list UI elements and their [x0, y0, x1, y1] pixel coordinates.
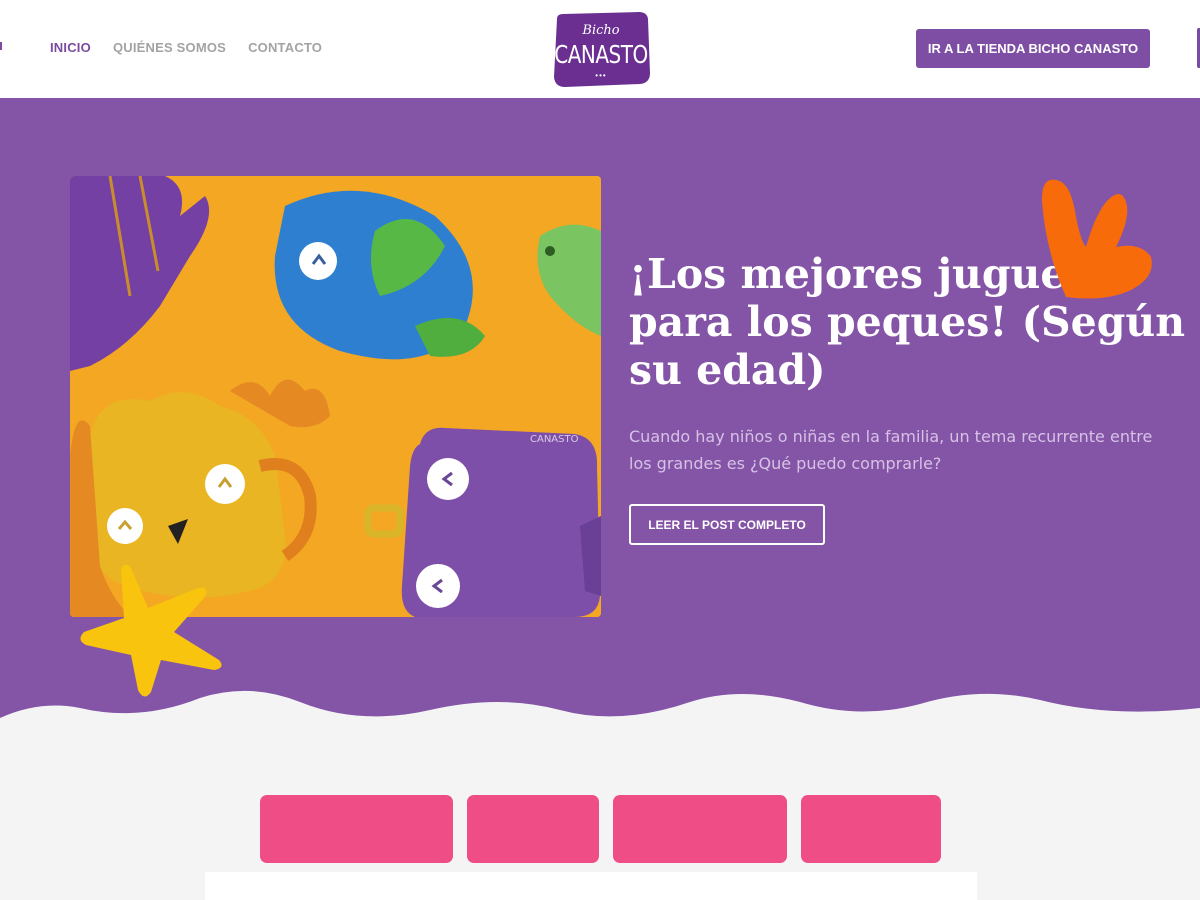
logo-dots: ••• — [595, 71, 607, 80]
logo-text-main: CANASTO — [554, 39, 648, 69]
edge-mark — [0, 42, 2, 50]
yellow-star-decoration — [80, 564, 222, 697]
toys-illustration — [70, 176, 601, 617]
hero-toys-image[interactable]: CANASTO — [70, 176, 601, 617]
category-button-3[interactable] — [613, 795, 787, 863]
nav-item-quienes-somos[interactable]: QUIÉNES SOMOS — [113, 40, 226, 55]
read-post-button[interactable]: LEER EL POST COMPLETO — [629, 504, 825, 545]
toy-tag-label: CANASTO — [530, 434, 579, 445]
site-header: INICIO QUIÉNES SOMOS CONTACTO Bicho CANA… — [0, 0, 1200, 98]
nav-item-contacto[interactable]: CONTACTO — [248, 40, 322, 55]
main-nav: INICIO QUIÉNES SOMOS CONTACTO — [50, 40, 322, 55]
site-logo[interactable]: Bicho CANASTO ••• — [551, 11, 651, 88]
content-panel — [205, 872, 977, 900]
hero-description: Cuando hay niños o niñas en la familia, … — [629, 427, 1153, 473]
orange-heart-decoration — [1041, 179, 1152, 299]
store-button[interactable]: IR A LA TIENDA BICHO CANASTO — [916, 29, 1150, 68]
category-button-2[interactable] — [467, 795, 599, 863]
category-button-4[interactable] — [801, 795, 941, 863]
category-button-1[interactable] — [260, 795, 453, 863]
nav-item-inicio[interactable]: INICIO — [50, 40, 91, 55]
logo-text-top: Bicho — [582, 23, 620, 38]
